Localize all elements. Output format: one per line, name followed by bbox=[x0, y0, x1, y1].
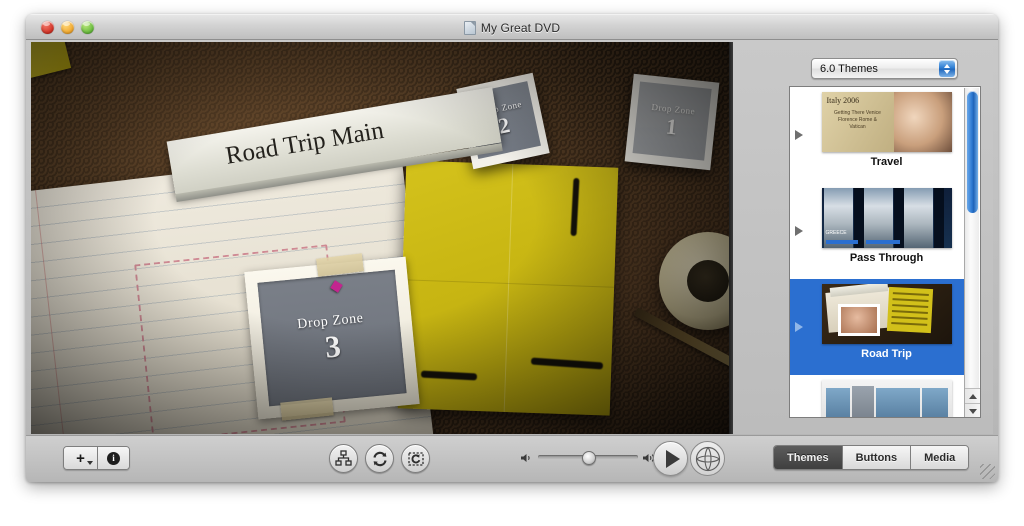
mode-tab-group: Themes Buttons Media bbox=[773, 445, 970, 470]
stepper-up-down-icon[interactable] bbox=[939, 60, 955, 77]
window-content: Drop Zone 3 Drop Zone 2 Drop Zone 1 Road… bbox=[26, 40, 998, 482]
volume-knob[interactable] bbox=[582, 451, 596, 465]
theme-name: Pass Through bbox=[849, 252, 924, 264]
scrollbar-thumb[interactable] bbox=[967, 91, 978, 213]
plus-with-menu-icon: + bbox=[76, 449, 85, 467]
window-title: My Great DVD bbox=[480, 21, 561, 35]
theme-thumbnail bbox=[821, 284, 952, 344]
map-view-icon bbox=[335, 450, 352, 466]
disclosure-triangle-icon[interactable] bbox=[790, 87, 808, 183]
tab-media[interactable]: Media bbox=[910, 446, 969, 469]
burn-button[interactable] bbox=[690, 441, 725, 476]
loop-icon bbox=[372, 451, 387, 466]
motion-preview-icon bbox=[407, 451, 424, 466]
scroll-down-icon[interactable] bbox=[965, 403, 980, 417]
theme-list-item-reflection-white[interactable]: Road Trip Reflection White bbox=[790, 375, 965, 417]
theme-thumbnail: Italy 2006 Getting There Venice Florence… bbox=[821, 92, 952, 152]
preview-vignette bbox=[31, 42, 729, 434]
theme-list-item-pass-through[interactable]: GREECE Pass Through bbox=[790, 183, 965, 279]
add-info-button-group: + i bbox=[63, 446, 130, 470]
disclosure-triangle-icon[interactable] bbox=[790, 279, 808, 375]
window-title-group: My Great DVD bbox=[26, 15, 998, 41]
loop-button[interactable] bbox=[365, 444, 394, 473]
motion-preview-button[interactable] bbox=[401, 444, 430, 473]
thumbnail-title: Italy 2006 bbox=[826, 96, 860, 105]
play-icon bbox=[665, 449, 680, 468]
application-window: My Great DVD Drop Zone 3 bbox=[26, 14, 998, 482]
theme-name: Travel bbox=[870, 156, 903, 168]
tab-themes[interactable]: Themes bbox=[774, 446, 842, 469]
title-bar[interactable]: My Great DVD bbox=[26, 14, 998, 40]
map-view-button[interactable] bbox=[329, 444, 358, 473]
theme-list-item-travel[interactable]: Italy 2006 Getting There Venice Florence… bbox=[790, 87, 965, 183]
scrollbar-arrows bbox=[965, 388, 980, 417]
theme-thumbnail: GREECE bbox=[821, 188, 952, 248]
scroll-up-icon[interactable] bbox=[965, 388, 980, 403]
document-icon bbox=[463, 21, 476, 35]
theme-thumbnail: Road Trip bbox=[821, 380, 952, 417]
theme-list-item-road-trip[interactable]: Road Trip bbox=[790, 279, 965, 375]
theme-list[interactable]: Italy 2006 Getting There Venice Florence… bbox=[789, 86, 981, 418]
resize-grip-icon[interactable] bbox=[980, 464, 995, 479]
burn-disc-icon bbox=[695, 446, 720, 471]
theme-name: Road Trip bbox=[861, 348, 912, 360]
disclosure-triangle-icon[interactable] bbox=[790, 375, 808, 417]
disclosure-triangle-icon[interactable] bbox=[790, 183, 808, 279]
bottom-toolbar: + i Themes Buttons Media bbox=[26, 435, 998, 482]
info-button[interactable]: i bbox=[97, 447, 129, 469]
info-icon: i bbox=[107, 451, 120, 465]
speaker-low-icon bbox=[520, 451, 534, 463]
thumbnail-lines: Getting There Venice Florence Rome & Vat… bbox=[834, 110, 881, 130]
add-button[interactable]: + bbox=[64, 447, 97, 469]
theme-list-scroll-content: Italy 2006 Getting There Venice Florence… bbox=[790, 87, 965, 417]
theme-set-popup-label: 6.0 Themes bbox=[820, 62, 878, 75]
play-button[interactable] bbox=[653, 441, 688, 476]
theme-set-popup[interactable]: 6.0 Themes bbox=[811, 58, 958, 79]
chevron-down-icon bbox=[87, 461, 93, 465]
theme-list-scrollbar[interactable] bbox=[964, 88, 980, 417]
volume-slider[interactable] bbox=[521, 450, 655, 465]
thumbnail-caption: GREECE bbox=[825, 230, 847, 236]
inspector-panel: 6.0 Themes Italy 2006 Getting There Veni… bbox=[733, 42, 993, 434]
tab-buttons[interactable]: Buttons bbox=[841, 446, 911, 469]
menu-preview-canvas[interactable]: Drop Zone 3 Drop Zone 2 Drop Zone 1 Road… bbox=[31, 42, 729, 434]
